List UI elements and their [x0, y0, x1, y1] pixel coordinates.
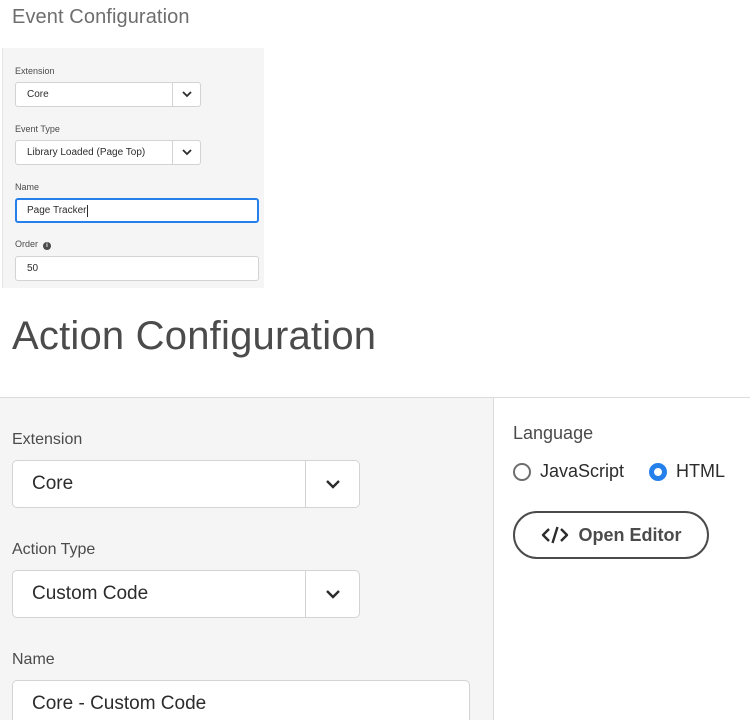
chevron-down-icon[interactable]	[305, 571, 359, 617]
action-type-label: Action Type	[12, 541, 96, 558]
event-name-label: Name	[15, 182, 40, 192]
action-name-value: Core - Custom Code	[32, 693, 207, 714]
event-extension-select[interactable]: Core	[15, 82, 201, 107]
event-configuration-title: Event Configuration	[12, 6, 190, 28]
action-type-value: Custom Code	[32, 583, 149, 604]
event-order-label-row: Order i	[15, 239, 52, 250]
chevron-down-icon[interactable]	[172, 83, 200, 106]
event-extension-label: Extension	[15, 66, 55, 76]
action-name-label: Name	[12, 651, 55, 668]
action-configuration-panel: Extension Core Action Type Custom Code N…	[0, 397, 494, 720]
event-type-value: Library Loaded (Page Top)	[27, 147, 146, 158]
event-type-select[interactable]: Library Loaded (Page Top)	[15, 140, 201, 165]
code-icon	[541, 525, 569, 545]
language-radio-group: JavaScript HTML	[513, 461, 725, 482]
event-extension-value: Core	[27, 89, 49, 100]
open-editor-button[interactable]: Open Editor	[513, 511, 709, 559]
radio-html-label[interactable]: HTML	[676, 461, 725, 482]
event-name-field[interactable]: Page Tracker	[15, 198, 259, 223]
radio-javascript-label[interactable]: JavaScript	[540, 461, 624, 482]
action-configuration-title: Action Configuration	[12, 314, 377, 358]
chevron-down-icon[interactable]	[305, 461, 359, 507]
event-name-value: Page Tracker	[27, 205, 87, 216]
event-order-label: Order	[15, 239, 39, 249]
open-editor-label: Open Editor	[578, 524, 682, 545]
action-type-select[interactable]: Custom Code	[12, 570, 360, 618]
action-name-field[interactable]: Core - Custom Code	[12, 680, 470, 720]
action-extension-select[interactable]: Core	[12, 460, 360, 508]
action-extension-value: Core	[32, 473, 74, 494]
event-configuration-panel: Extension Core Event Type Library Loaded…	[2, 48, 264, 288]
event-order-field[interactable]: 50	[15, 256, 259, 281]
language-label: Language	[513, 423, 594, 443]
event-type-label: Event Type	[15, 124, 60, 134]
radio-html[interactable]	[649, 462, 668, 481]
text-caret	[87, 204, 89, 217]
action-extension-label: Extension	[12, 431, 83, 448]
chevron-down-icon[interactable]	[172, 141, 200, 164]
event-order-value: 50	[27, 263, 39, 274]
radio-javascript[interactable]	[513, 462, 531, 481]
action-settings-panel: Language JavaScript HTML Open Editor	[494, 397, 750, 720]
info-icon[interactable]: i	[43, 242, 52, 250]
